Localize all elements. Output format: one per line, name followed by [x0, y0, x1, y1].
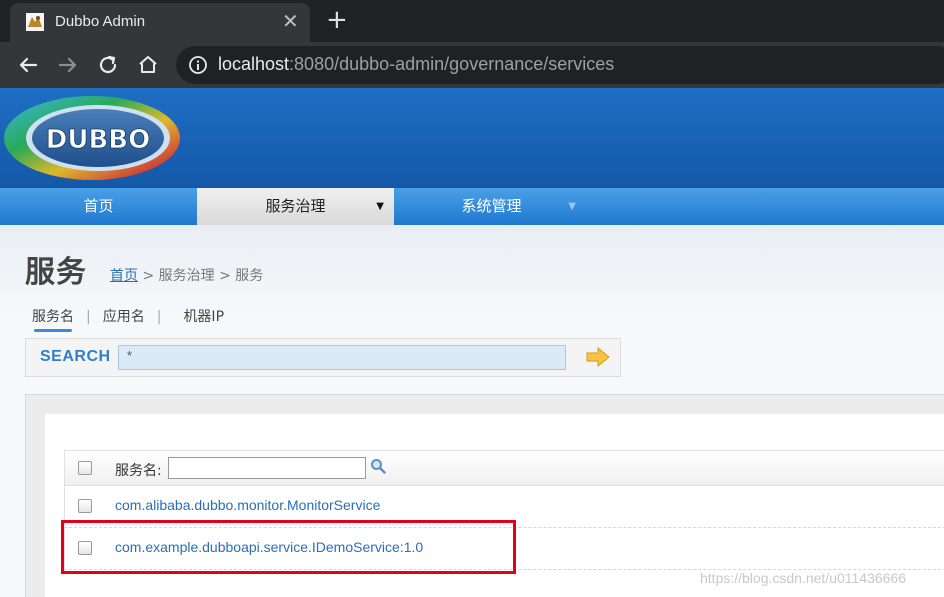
search-label: SEARCH [40, 348, 111, 365]
tab-title: Dubbo Admin [55, 13, 146, 30]
caret-down-icon: ▼ [568, 201, 576, 212]
app-header: DUBBO [0, 88, 944, 188]
watermark: https://blog.csdn.net/u011436666 [700, 570, 907, 586]
caret-down-icon: ▼ [376, 201, 384, 212]
browser-tab[interactable]: Dubbo Admin ✕ [10, 3, 310, 42]
browser-toolbar: localhost:8080/dubbo-admin/governance/se… [0, 42, 944, 88]
nav-item-label: 系统管理 [461, 197, 522, 215]
new-tab-icon[interactable]: + [326, 6, 348, 34]
search-input[interactable]: * [118, 345, 566, 370]
nav-item-home[interactable]: 首页 [0, 188, 197, 225]
breadcrumb: 首页 > 服务治理 > 服务 [110, 265, 263, 285]
service-name-filter-input[interactable] [168, 457, 366, 479]
service-link[interactable]: com.alibaba.dubbo.monitor.MonitorService [115, 497, 380, 513]
address-bar[interactable]: localhost:8080/dubbo-admin/governance/se… [176, 46, 944, 84]
nav-item-system-admin[interactable]: 系统管理 ▼ [393, 188, 590, 225]
row-checkbox[interactable] [78, 499, 92, 513]
dubbo-logo[interactable]: DUBBO [2, 92, 184, 184]
search-bar: SEARCH * [25, 338, 621, 377]
url-host: localhost [218, 54, 290, 74]
tab-separator: | [86, 309, 91, 325]
nav-item-label: 首页 [83, 197, 114, 215]
back-arrow-icon[interactable] [14, 51, 42, 79]
home-icon[interactable] [134, 51, 162, 79]
search-icon[interactable] [370, 458, 386, 474]
url-path: :8080/dubbo-admin/governance/services [289, 54, 615, 74]
logo-text: DUBBO [46, 125, 150, 155]
forward-arrow-icon[interactable] [54, 51, 82, 79]
close-tab-icon[interactable]: ✕ [282, 9, 299, 33]
reload-icon[interactable] [94, 51, 122, 79]
nav-item-service-governance[interactable]: 服务治理 ▼ [197, 188, 394, 225]
arrow-right-icon[interactable] [586, 347, 610, 367]
table-header: 服务名: [64, 450, 944, 486]
tab-app-name[interactable]: 应用名 [103, 306, 145, 326]
select-all-checkbox[interactable] [78, 461, 92, 475]
annotation-highlight-box [61, 520, 516, 574]
tab-machine-ip[interactable]: 机器IP [183, 306, 224, 326]
page-title: 服务 [25, 255, 87, 290]
breadcrumb-home-link[interactable]: 首页 [110, 268, 138, 284]
browser-tabstrip: Dubbo Admin ✕ + [0, 0, 944, 42]
breadcrumb-trail: > 服务治理 > 服务 [138, 268, 264, 284]
nav-item-label: 服务治理 [265, 197, 326, 215]
info-icon[interactable] [188, 55, 208, 75]
dubbo-favicon-icon [26, 13, 44, 31]
tab-service-name[interactable]: 服务名 [32, 306, 74, 332]
tab-separator: | [156, 309, 162, 325]
main-nav: 首页 服务治理 ▼ 系统管理 ▼ [0, 188, 944, 225]
column-header-service-name: 服务名: [115, 463, 162, 479]
url-text[interactable]: localhost:8080/dubbo-admin/governance/se… [218, 54, 614, 75]
filter-tabs: 服务名 | 应用名 | 机器IP [32, 306, 224, 332]
